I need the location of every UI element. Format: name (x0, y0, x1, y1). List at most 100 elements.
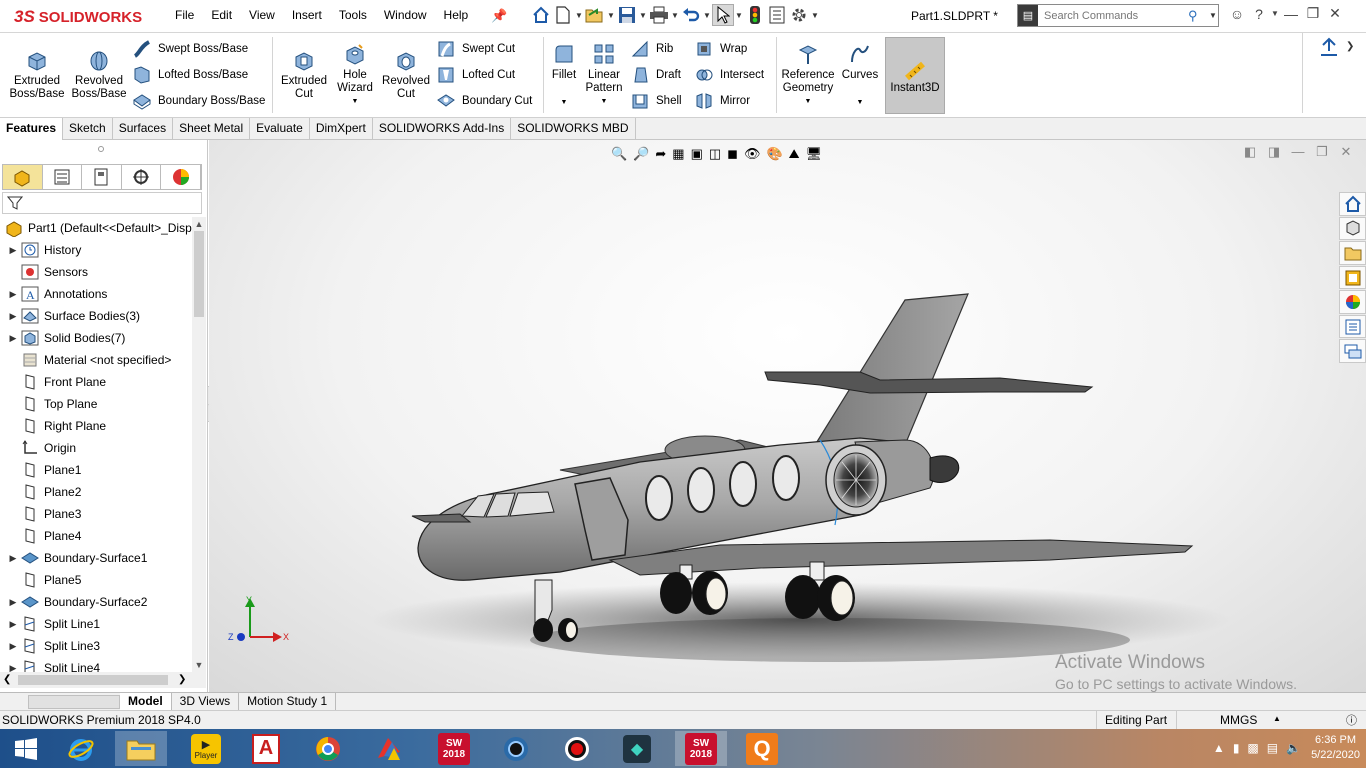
restore-icon[interactable]: ❐ (1302, 5, 1324, 22)
mirror-button[interactable]: Mirror (694, 91, 750, 111)
instant3d-button[interactable]: Instant3D (885, 37, 945, 114)
tab-3d-views[interactable]: 3D Views (172, 692, 240, 711)
camera-app-icon[interactable] (490, 731, 542, 766)
configuration-manager-tab-icon[interactable] (82, 165, 122, 189)
menu-window[interactable]: Window (384, 8, 427, 22)
view-palette-icon[interactable] (1339, 265, 1366, 290)
tab-sketch[interactable]: Sketch (63, 118, 113, 140)
clock[interactable]: 6:36 PM 5/22/2020 (1311, 733, 1360, 763)
boundary-cut-button[interactable]: Boundary Cut (436, 91, 532, 111)
shell-button[interactable]: Shell (630, 91, 682, 111)
reference-geometry-dropdown-icon[interactable]: ▼ (805, 95, 812, 108)
extruded-boss-button[interactable]: Extruded Boss/Base (8, 47, 66, 101)
options-gear-icon[interactable] (788, 4, 810, 26)
hole-wizard-dropdown-icon[interactable]: ▼ (352, 95, 359, 108)
print-dropdown-icon[interactable]: ▼ (670, 11, 680, 20)
tab-model[interactable]: Model (120, 692, 172, 711)
swept-cut-button[interactable]: Swept Cut (436, 39, 515, 59)
tree-item-plane3[interactable]: Plane3 (0, 503, 192, 525)
solidworks-resources-icon[interactable] (1339, 192, 1366, 216)
video-editor-icon[interactable]: ◆ (611, 731, 663, 766)
tree-vertical-scrollbar[interactable]: ▲ ▼ (192, 217, 206, 672)
linear-pattern-dropdown-icon[interactable]: ▼ (601, 95, 608, 108)
tab-sheet-metal[interactable]: Sheet Metal (173, 118, 251, 140)
select-pointer-icon[interactable] (712, 4, 734, 26)
file-explorer-icon[interactable] (1339, 241, 1366, 265)
network-icon[interactable]: ▩ (1247, 741, 1258, 755)
status-help-icon[interactable]: ⓘ (1346, 712, 1357, 728)
scroll-thumb[interactable] (194, 231, 204, 317)
tab-solidworks-mbd[interactable]: SOLIDWORKS MBD (511, 118, 636, 140)
save-dropdown-icon[interactable]: ▼ (638, 11, 648, 20)
appearances-icon[interactable] (1339, 290, 1366, 314)
search-dropdown-icon[interactable]: ▼ (1208, 11, 1218, 20)
lofted-cut-button[interactable]: Lofted Cut (436, 65, 515, 85)
ribbon-options-icon[interactable]: ❯ (1346, 41, 1354, 52)
windows-start-icon[interactable] (0, 731, 52, 766)
property-manager-tab-icon[interactable] (43, 165, 83, 189)
panel-grip-icon[interactable] (98, 146, 104, 152)
home-icon[interactable] (530, 4, 552, 26)
expand-arrow-icon[interactable]: ▶ (6, 289, 20, 300)
search-scope-icon[interactable]: ▤ (1018, 5, 1038, 26)
status-units[interactable]: MMGS (1220, 713, 1257, 727)
revolved-boss-button[interactable]: Revolved Boss/Base (70, 47, 128, 101)
tree-item-split-line3[interactable]: ▶ Split Line3 (0, 635, 192, 657)
scroll-left-icon[interactable]: ❮ (3, 674, 11, 685)
tab-motion-study-1[interactable]: Motion Study 1 (239, 692, 337, 711)
revolved-cut-button[interactable]: Revolved Cut (380, 47, 432, 101)
tree-item-front-plane[interactable]: Front Plane (0, 371, 192, 393)
collapse-ribbon-icon[interactable] (1318, 37, 1340, 62)
boundary-boss-button[interactable]: Boundary Boss/Base (132, 91, 265, 111)
options-dropdown-icon[interactable]: ▼ (810, 11, 820, 20)
solidworks-active-taskbar-icon[interactable]: SW 2018 (675, 731, 727, 766)
tree-item-origin[interactable]: Origin (0, 437, 192, 459)
print-icon[interactable] (648, 4, 670, 26)
tree-item-plane4[interactable]: Plane4 (0, 525, 192, 547)
tab-solidworks-add-ins[interactable]: SOLIDWORKS Add-Ins (373, 118, 512, 140)
expand-arrow-icon[interactable]: ▶ (6, 597, 20, 608)
open-icon[interactable] (584, 4, 606, 26)
extruded-cut-button[interactable]: Extruded Cut (278, 47, 330, 101)
open-dropdown-icon[interactable]: ▼ (606, 11, 616, 20)
wrap-button[interactable]: Wrap (694, 39, 747, 59)
menu-file[interactable]: File (175, 8, 194, 22)
tab-features[interactable]: Features (0, 118, 64, 140)
reference-geometry-button[interactable]: Reference Geometry ▼ (780, 41, 836, 108)
undo-icon[interactable] (680, 4, 702, 26)
volume-icon[interactable]: 🔈 (1286, 741, 1301, 755)
fillet-dropdown-icon[interactable]: ▼ (561, 96, 568, 109)
display-manager-tab-icon[interactable] (161, 165, 201, 189)
graphics-area[interactable]: 🔍 🔎 ➦ ▦ ▣ ◫ ◼ 👁 🎨 ⛰ 🖥 ◧ ◨ — ❐ ✕ Y X Z (209, 140, 1366, 692)
tree-horizontal-scrollbar[interactable]: ❮ ❯ (0, 672, 206, 688)
rebuild-icon[interactable] (744, 4, 766, 26)
tree-item-split-line1[interactable]: ▶ Split Line1 (0, 613, 192, 635)
search-input[interactable]: Search Commands (1038, 10, 1188, 22)
menu-view[interactable]: View (249, 8, 275, 22)
record-icon[interactable] (551, 731, 603, 766)
minimize-icon[interactable]: — (1280, 6, 1302, 22)
autocad-icon[interactable]: A (240, 731, 292, 766)
curves-dropdown-icon[interactable]: ▼ (857, 96, 864, 109)
tray-overflow-icon[interactable]: ▲ (1213, 741, 1225, 755)
feature-manager-tab-icon[interactable] (3, 165, 43, 189)
solidworks-taskbar-icon[interactable]: SW 2018 (428, 731, 480, 766)
q-app-icon[interactable]: Q (736, 731, 788, 766)
filter-icon[interactable] (2, 192, 202, 214)
tree-item-boundary-surface1[interactable]: ▶ Boundary-Surface1 (0, 547, 192, 569)
expand-arrow-icon[interactable]: ▶ (6, 333, 20, 344)
file-properties-icon[interactable] (766, 4, 788, 26)
tree-item-boundary-surface2[interactable]: ▶ Boundary-Surface2 (0, 591, 192, 613)
tree-item-plane1[interactable]: Plane1 (0, 459, 192, 481)
aircraft-model[interactable] (209, 140, 1366, 692)
tree-item-surface-bodies-3[interactable]: ▶ Surface Bodies(3) (0, 305, 192, 327)
menu-tools[interactable]: Tools (339, 8, 367, 22)
solidworks-logo[interactable]: 3S SOLIDWORKS (14, 6, 142, 28)
scroll-down-icon[interactable]: ▼ (192, 660, 206, 670)
draft-button[interactable]: Draft (630, 65, 681, 85)
search-commands[interactable]: ▤ Search Commands ⚲ ▼ (1017, 4, 1219, 27)
user-icon[interactable]: ☺ (1226, 6, 1248, 22)
battery-icon[interactable]: ▮ (1233, 741, 1240, 755)
help-icon[interactable]: ? (1248, 6, 1270, 22)
expand-arrow-icon[interactable]: ▶ (6, 619, 20, 630)
